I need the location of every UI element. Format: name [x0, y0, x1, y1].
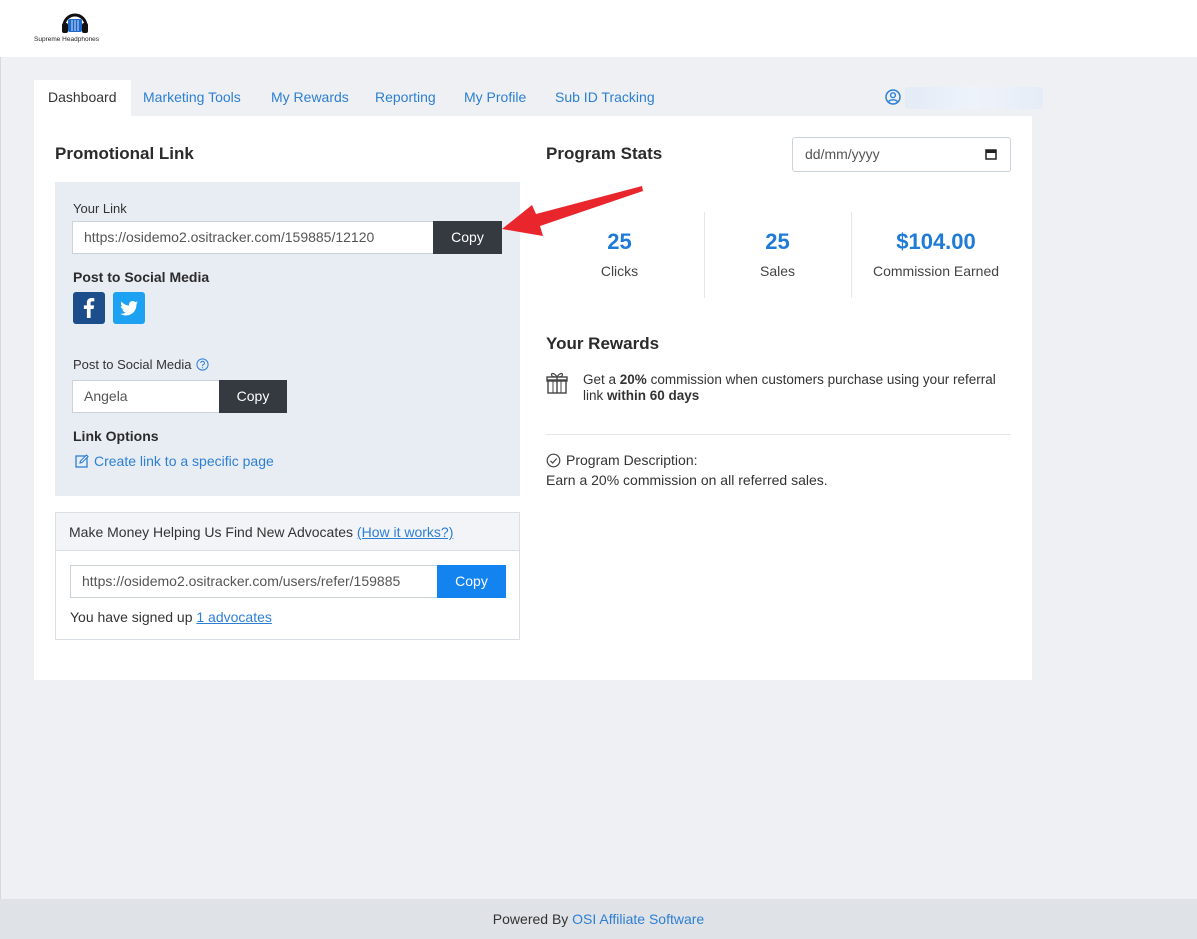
top-bar: Supreme Headphones: [0, 0, 1197, 57]
coupon-label: Post to Social Media: [73, 357, 192, 372]
stat-caption: Sales: [759, 263, 796, 279]
reward-percent: 20%: [619, 372, 647, 387]
stat-caption: Clicks: [600, 263, 639, 279]
headphones-icon: [62, 13, 88, 33]
reward-window: within 60 days: [607, 388, 700, 403]
date-filter-input[interactable]: dd/mm/yyyy: [792, 137, 1011, 172]
page-edge: [0, 57, 1, 939]
stat-sales: 25 Sales: [704, 212, 851, 298]
stat-value: $104.00: [896, 229, 976, 254]
create-link-label[interactable]: Create link to a specific page: [94, 453, 274, 469]
stat-commission: $104.00 Commission Earned: [851, 212, 1021, 298]
brand-logo[interactable]: Supreme Headphones: [34, 8, 118, 48]
user-circle-icon: [885, 89, 901, 105]
facebook-share-button[interactable]: [73, 292, 105, 324]
reward-description: Get a 20% commission when customers purc…: [583, 372, 1013, 404]
tab-dashboard[interactable]: Dashboard: [34, 80, 131, 116]
stat-clicks: 25 Clicks: [546, 212, 693, 298]
how-it-works-link[interactable]: (How it works?): [357, 524, 453, 540]
tab-my-rewards[interactable]: My Rewards: [271, 80, 349, 116]
section-divider: [546, 434, 1011, 435]
advocate-heading-text: Make Money Helping Us Find New Advocates: [69, 524, 354, 540]
coupon-field[interactable]: Angela: [72, 380, 220, 413]
stat-caption: Commission Earned: [872, 263, 1000, 279]
edit-icon: [75, 454, 89, 468]
dashboard-card: Promotional Link Your Link https://oside…: [34, 116, 1032, 680]
refer-link-field[interactable]: https://osidemo2.ositracker.com/users/re…: [70, 565, 439, 598]
copy-link-button[interactable]: Copy: [433, 221, 502, 254]
stat-value: 25: [765, 229, 790, 254]
footer-link[interactable]: OSI Affiliate Software: [572, 911, 704, 927]
your-link-label: Your Link: [73, 201, 127, 216]
brand-name: Supreme Headphones: [34, 36, 100, 43]
tab-marketing-tools[interactable]: Marketing Tools: [143, 80, 241, 116]
gift-icon: [546, 372, 568, 394]
main-tabs: Dashboard Marketing Tools My Rewards Rep…: [34, 80, 1043, 116]
promotional-link-panel: Your Link https://osidemo2.ositracker.co…: [55, 182, 520, 496]
promotional-link-title: Promotional Link: [55, 144, 194, 163]
tab-sub-id-tracking[interactable]: Sub ID Tracking: [555, 80, 655, 116]
facebook-icon: [83, 298, 95, 318]
footer: Powered By OSI Affiliate Software: [0, 899, 1197, 939]
check-circle-icon: [546, 453, 561, 468]
stat-value: 25: [607, 229, 632, 254]
copy-coupon-button[interactable]: Copy: [219, 380, 287, 413]
signed-up-summary: You have signed up 1 advocates: [70, 609, 272, 625]
twitter-icon: [120, 300, 139, 316]
signed-up-prefix: You have signed up: [70, 609, 193, 625]
user-name-redacted: [905, 87, 1043, 109]
advocates-count-link[interactable]: 1 advocates: [196, 609, 272, 625]
help-icon[interactable]: [196, 358, 209, 371]
program-stats-title: Program Stats: [546, 144, 663, 163]
reward-pre: Get a: [583, 372, 620, 387]
tab-my-profile[interactable]: My Profile: [464, 80, 526, 116]
advocate-header: Make Money Helping Us Find New Advocates…: [56, 513, 519, 551]
link-options-heading: Link Options: [73, 428, 159, 444]
program-description-title: Program Description:: [546, 452, 698, 468]
social-media-heading: Post to Social Media: [73, 269, 210, 285]
calendar-icon[interactable]: [985, 148, 997, 160]
date-placeholder: dd/mm/yyyy: [805, 146, 880, 162]
create-link-action[interactable]: Create link to a specific page: [75, 453, 274, 471]
twitter-share-button[interactable]: [113, 292, 145, 324]
copy-refer-link-button[interactable]: Copy: [437, 565, 506, 598]
program-description-text: Earn a 20% commission on all referred sa…: [546, 472, 828, 488]
program-description-label: Program Description:: [566, 452, 698, 468]
footer-prefix: Powered By: [492, 911, 573, 927]
your-rewards-title: Your Rewards: [546, 334, 660, 353]
your-link-field[interactable]: https://osidemo2.ositracker.com/159885/1…: [72, 221, 434, 254]
advocate-referral-panel: Make Money Helping Us Find New Advocates…: [55, 512, 520, 640]
tab-reporting[interactable]: Reporting: [375, 80, 436, 116]
